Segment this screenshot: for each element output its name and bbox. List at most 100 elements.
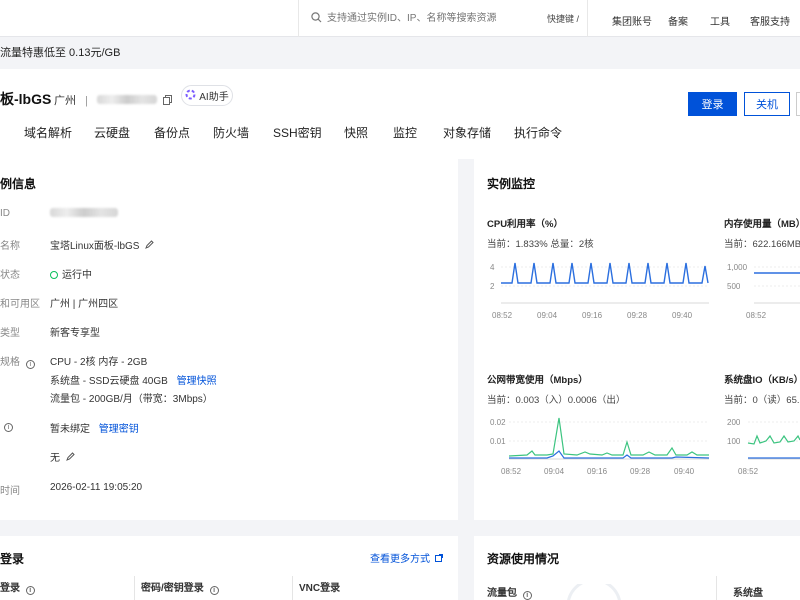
cpu-x-0916: 09:16 [582,311,603,320]
info-label-name: 名称 [0,241,20,252]
global-search[interactable]: 快捷键 / [298,0,588,37]
bandwidth-x-0904: 09:04 [544,467,565,476]
instance-monitor-card: 实例监控 CPU利用率（%） 当前：1.833% 总量：2核 4 2 08:52… [474,158,800,520]
traffic-usage-gauge [567,584,621,600]
cpu-x-0928: 09:28 [627,311,648,320]
bandwidth-ytick-001: 0.01 [490,437,506,446]
cpu-chart[interactable]: CPU利用率（%） 当前：1.833% 总量：2核 4 2 08:52 09:0… [487,216,717,326]
nav-tools[interactable]: 工具 [710,13,730,28]
search-shortcut: 快捷键 / [546,14,579,24]
bandwidth-x-0940: 09:40 [674,467,695,476]
instance-title: 板-lbGS [0,91,52,107]
info-label-spec: 规格 i [0,353,35,369]
bandwidth-chart-title: 公网带宽使用（Mbps） [487,375,588,386]
cpu-chart-svg: 4 2 08:52 09:04 09:16 09:28 09:40 [490,262,709,320]
usage-traffic-text: 流量包 [487,588,517,599]
memory-chart-sub: 当前：622.166MB 总 [724,239,800,250]
instance-header: 板-lbGS 广州 | AI助手 登录 关机 [0,69,800,159]
tab-ssh-key[interactable]: SSH密钥 [273,124,322,141]
login-col-standard[interactable]: 登录 i [0,579,35,595]
bandwidth-in-line [508,417,709,457]
memory-chart[interactable]: 内存使用量（MB） 当前：622.166MB 总 1,000 500 08:52 [724,216,800,326]
blurred-ip [96,95,157,104]
info-value-traffic: 流量包 - 200GB/月（带宽：3Mbps） [50,394,213,405]
memory-ytick-1000: 1,000 [727,263,748,272]
info-label-id: ID [0,208,10,219]
disk-write-line [747,434,800,445]
bandwidth-x-0916: 09:16 [587,467,608,476]
more-actions-button[interactable] [796,92,800,116]
usage-traffic[interactable]: 流量包 i [487,584,532,600]
tab-run-command[interactable]: 执行命令 [514,124,562,141]
cpu-ytick-4: 4 [490,263,495,272]
nav-filing[interactable]: 备案 [668,13,688,28]
cpu-line [501,262,709,284]
login-col-password-text: 密码/密钥登录 [141,583,204,594]
login-col-vnc[interactable]: VNC登录 [299,579,340,594]
tab-object-storage[interactable]: 对象存储 [443,124,491,141]
bandwidth-ytick-002: 0.02 [490,418,506,427]
status-text: 运行中 [62,270,92,281]
info-value-name: 宝塔Linux面板-lbGS [50,237,154,252]
tab-cloud-disk[interactable]: 云硬盘 [94,124,130,141]
divider [292,576,293,600]
memory-chart-title: 内存使用量（MB） [724,219,800,230]
info-value-status: 运行中 [50,266,92,281]
cpu-chart-title: CPU利用率（%） [487,219,564,230]
cpu-chart-sub: 当前：1.833% 总量：2核 [487,239,594,250]
login-button[interactable]: 登录 [688,92,737,116]
cpu-ytick-2: 2 [490,282,495,291]
tab-monitor[interactable]: 监控 [393,124,417,141]
resource-usage-card: 资源使用情况 流量包 i 系统盘 [474,536,800,600]
usage-traffic-info-icon[interactable]: i [522,591,532,600]
key-info-icon[interactable]: i [4,423,13,432]
nav-support[interactable]: 客服支持 [750,13,790,28]
divider [716,576,717,600]
edit-tags-icon[interactable] [65,452,75,464]
cpu-x-0940: 09:40 [672,311,693,320]
info-icon[interactable]: i [25,360,35,369]
search-icon [311,12,322,26]
memory-chart-svg: 1,000 500 08:52 [727,263,800,320]
bandwidth-chart-svg: 0.02 0.01 08:52 09:04 09:16 09:28 09:40 [490,417,710,476]
promo-text[interactable]: 流量特惠低至 0.13元/GB [0,47,120,59]
bandwidth-x-0928: 09:28 [630,467,651,476]
login-standard-info-icon[interactable]: i [25,586,35,595]
running-status-icon [50,271,58,279]
info-value-disk: 系统盘 - SSD云硬盘 40GB 管理快照 [50,372,217,387]
key-status-text: 暂未绑定 [50,424,90,435]
nav-group-account[interactable]: 集团账号 [612,13,652,28]
tab-dns[interactable]: 域名解析 [24,124,72,141]
info-value-type: 新客专享型 [50,328,100,339]
usage-title: 资源使用情况 [487,552,560,566]
manage-key-link[interactable]: 管理密钥 [99,424,139,435]
tab-backup[interactable]: 备份点 [154,124,190,141]
login-card: 登录 查看更多方式 登录 i 密码/密钥登录 i VNC登录 [0,536,458,600]
region-text: 广州 [54,95,76,107]
usage-system-disk[interactable]: 系统盘 [733,584,763,599]
tab-snapshot[interactable]: 快照 [344,124,368,141]
tags-text: 无 [50,453,60,464]
info-title: 例信息 [0,177,37,191]
copy-icon[interactable] [163,95,173,108]
disk-io-chart-sub: 当前：0（读）65.9 [724,395,800,406]
info-value-id [50,208,118,220]
ai-assistant-button[interactable]: AI助手 [181,85,233,106]
monitor-title: 实例监控 [487,177,536,191]
login-col-password[interactable]: 密码/密钥登录 i [141,579,219,595]
bandwidth-chart-sub: 当前：0.003（入）0.0006（出） [487,395,626,406]
more-login-methods-link[interactable]: 查看更多方式 [370,550,443,565]
search-input[interactable] [327,9,537,27]
bandwidth-x-0852: 08:52 [501,467,522,476]
disk-io-chart[interactable]: 系统盘IO（KB/s） 当前：0（读）65.9 200 100 08:52 [724,372,800,482]
tab-firewall[interactable]: 防火墙 [213,124,249,141]
manage-snapshot-link[interactable]: 管理快照 [177,376,217,387]
bandwidth-chart[interactable]: 公网带宽使用（Mbps） 当前：0.003（入）0.0006（出） 0.02 0… [487,372,717,482]
disk-io-chart-svg: 200 100 08:52 [727,418,800,476]
edit-icon[interactable] [145,240,154,252]
promo-banner: 流量特惠低至 0.13元/GB [0,37,800,69]
shutdown-button[interactable]: 关机 [744,92,790,116]
info-value-spec: CPU - 2核 内存 - 2GB [50,357,148,368]
login-col-vnc-text: VNC登录 [299,583,341,594]
login-password-info-icon[interactable]: i [209,586,219,595]
